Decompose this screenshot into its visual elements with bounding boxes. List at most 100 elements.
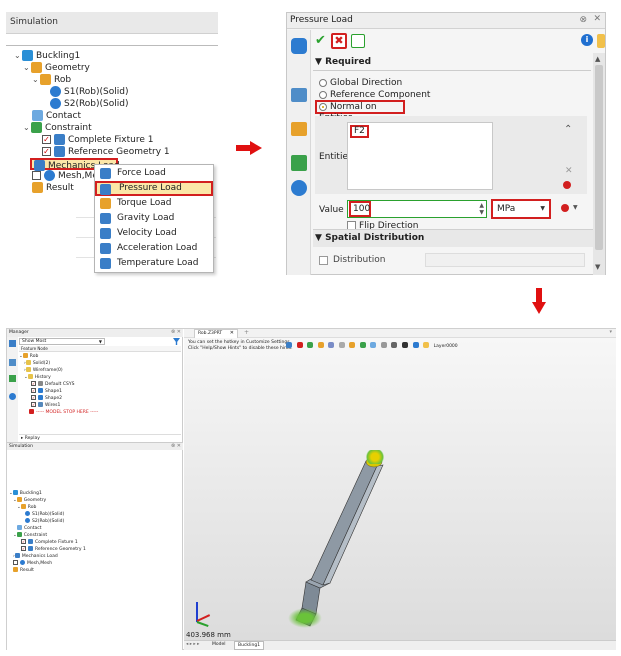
viewport[interactable]: You can set the hotkey in Customize Sett… (184, 338, 616, 640)
marker-icon[interactable] (563, 181, 571, 189)
tab-close-icon[interactable]: ✕ (230, 330, 234, 336)
display-icon[interactable] (291, 155, 307, 171)
person-tab-icon[interactable] (9, 393, 16, 400)
bsim-item-refgeo[interactable]: ✓ Reference Geometry 1 (9, 546, 86, 553)
mgr-item-history[interactable]: ⌄ History (19, 374, 98, 381)
pressure-scrollbar[interactable]: ▲ ▼ (593, 53, 605, 275)
menu-item-torque-load[interactable]: Torque Load (95, 196, 213, 211)
tree-item-rod[interactable]: ⌄ Rob (14, 74, 170, 86)
remove-icon[interactable]: ✕ (565, 166, 573, 176)
bsim-item-buckling[interactable]: ⌄ Buckling1 (9, 490, 86, 497)
apply-icon[interactable] (351, 34, 365, 48)
show-most-dropdown[interactable]: Show Most ▼ (19, 338, 105, 345)
paint-icon[interactable] (317, 341, 324, 348)
filter-icon[interactable] (173, 338, 180, 345)
panel-menu-icon[interactable]: ▾ (609, 329, 612, 335)
distribution-checkbox[interactable] (319, 256, 328, 265)
box-icon[interactable] (370, 341, 377, 348)
value-input[interactable]: 100 (349, 201, 371, 217)
cancel-x-icon[interactable]: ✖ (331, 33, 347, 49)
bsim-item-rod[interactable]: ⌄ Rob (9, 504, 86, 511)
bottom-sim-close-icon[interactable]: ⊗ ✕ (171, 443, 181, 449)
pen-icon[interactable] (307, 341, 314, 348)
color-icon[interactable] (349, 341, 356, 348)
tab-model[interactable]: Model (212, 642, 226, 647)
bsim-item-constraint[interactable]: ⌄ Constraint (9, 532, 86, 539)
cube-icon[interactable] (328, 341, 335, 348)
checkbox-checked[interactable]: ✓ (42, 135, 51, 144)
help-icon[interactable] (597, 34, 605, 48)
replay-bar[interactable]: ▸ Replay (19, 434, 181, 441)
entities-list[interactable]: F2 (347, 122, 493, 190)
feature-tab-icon[interactable] (9, 340, 16, 347)
collapse-icon[interactable]: ⌃ (564, 124, 572, 135)
radio-normal-on-entities[interactable]: Normal on Entities (315, 100, 405, 123)
menu-item-velocity-load[interactable]: Velocity Load (95, 226, 213, 241)
line-icon[interactable] (402, 341, 409, 348)
mgr-item-solid[interactable]: › Solid(2) (19, 360, 98, 367)
tree-item-buckling[interactable]: ⌄ Buckling1 (14, 50, 170, 62)
view-icon[interactable] (338, 341, 345, 348)
document-tab[interactable]: Rob.Z3PRT ✕ (194, 329, 238, 338)
spin-icon[interactable]: ▲ ▼ (479, 202, 484, 216)
tree-item-solid2[interactable]: S2(Rob)(Solid) (14, 98, 170, 110)
view-icon[interactable] (291, 122, 307, 136)
tree-item-refgeo[interactable]: ✓ Reference Geometry 1 (14, 146, 170, 158)
menu-item-pressure-load[interactable]: Pressure Load (95, 181, 213, 196)
section-icon[interactable] (380, 341, 387, 348)
menu-item-temperature-load[interactable]: Temperature Load (95, 256, 213, 271)
bsim-item-solid1[interactable]: S1(Rob)(Solid) (9, 511, 86, 518)
mgr-item-rob[interactable]: ⌄ Rob (19, 353, 98, 360)
bsim-item-fixture[interactable]: ✓ Complete Fixture 1 (9, 539, 86, 546)
distribution-dropdown[interactable] (425, 253, 585, 267)
unit-marker-icon[interactable] (561, 204, 569, 212)
bsim-item-solid2[interactable]: S2(Rob)(Solid) (9, 518, 86, 525)
mgr-item-shape2[interactable]: ✓ Shape2 (19, 395, 98, 402)
mgr-item-shape1[interactable]: ✓ Shape1 (19, 388, 98, 395)
filter-tool-icon[interactable] (296, 341, 303, 348)
tree-item-solid1[interactable]: S1(Rob)(Solid) (14, 86, 170, 98)
unit-dropdown[interactable]: MPa ▼ (491, 199, 551, 219)
measure-icon[interactable] (412, 341, 419, 348)
scroll-up-icon[interactable]: ▲ (595, 55, 600, 63)
required-header[interactable]: ▼ Required (315, 55, 371, 69)
mgr-item-wires[interactable]: ✓ Wires1 (19, 402, 98, 409)
feature-icon[interactable] (291, 38, 307, 54)
menu-item-acceleration-load[interactable]: Acceleration Load (95, 241, 213, 256)
mgr-item-stop[interactable]: ----- MODEL STOP HERE ----- (19, 409, 98, 416)
view-tab-icon[interactable] (9, 375, 16, 382)
bsim-item-contact[interactable]: Contact (9, 525, 86, 532)
layer-icon[interactable] (423, 341, 430, 348)
tree-item-geometry[interactable]: ⌄ Geometry (14, 62, 170, 74)
menu-item-force-load[interactable]: Force Load (95, 166, 213, 181)
entity-item[interactable]: F2 (350, 125, 369, 138)
scroll-down-icon[interactable]: ▼ (595, 263, 600, 271)
bsim-item-result[interactable]: Result (9, 567, 86, 574)
render-icon[interactable] (359, 341, 366, 348)
manager-close-icon[interactable]: ⊗ ✕ (171, 329, 181, 335)
new-tab-icon[interactable]: + (244, 329, 249, 336)
tree-item-constraint[interactable]: ⌄ Constraint (14, 122, 170, 134)
person-icon[interactable] (291, 180, 307, 196)
tree-item-fixture[interactable]: ✓ Complete Fixture 1 (14, 134, 170, 146)
info-icon[interactable]: i (581, 34, 593, 46)
tree-item-contact[interactable]: Contact (14, 110, 170, 122)
select-icon[interactable] (286, 341, 292, 348)
pin-icon[interactable]: ⊗ (579, 15, 587, 25)
mgr-item-wireframe[interactable]: › Wireframe(0) (19, 367, 98, 374)
tab-buckling[interactable]: Buckling1 (234, 641, 265, 650)
close-icon[interactable]: ✕ (593, 14, 601, 24)
bsim-item-mechanics[interactable]: › Mechanics Load (9, 553, 86, 560)
spatial-header[interactable]: ▼ Spatial Distribution (313, 229, 593, 247)
mgr-item-csys[interactable]: ✓ Default CSYS (19, 381, 98, 388)
bsim-item-geometry[interactable]: ⌄ Geometry (9, 497, 86, 504)
scroll-thumb[interactable] (595, 65, 603, 250)
layer-value[interactable]: Layer0000 (434, 344, 458, 349)
tree-icon[interactable] (291, 88, 307, 102)
grid-icon[interactable] (391, 341, 398, 348)
bsim-item-mesh[interactable]: Mesh,Mesh (9, 560, 86, 567)
layer-tab-icon[interactable] (9, 359, 16, 366)
menu-item-gravity-load[interactable]: Gravity Load (95, 211, 213, 226)
tab-nav-icon[interactable]: ◂ ▸ ▸ ▸ (186, 642, 199, 647)
unit-marker-chevron-icon[interactable]: ▼ (573, 204, 578, 211)
